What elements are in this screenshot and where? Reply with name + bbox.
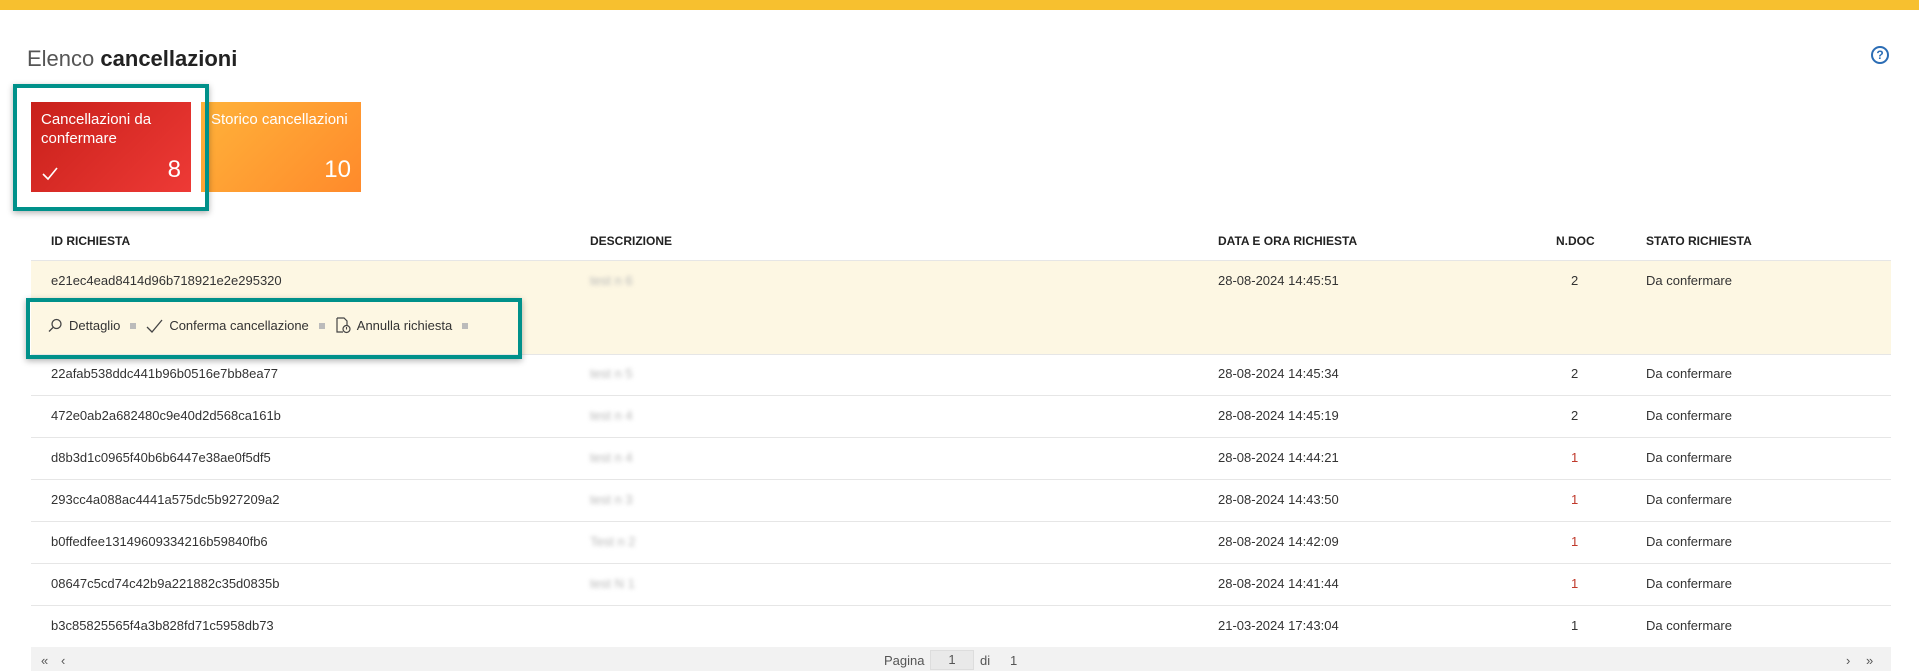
cell-ndoc: 2 (1571, 366, 1579, 381)
cell-desc: test n 4 (590, 408, 633, 423)
prev-page-icon[interactable]: ‹ (61, 653, 65, 668)
cell-stato: Da confermare (1646, 576, 1732, 591)
cell-date: 28-08-2024 14:44:21 (1218, 450, 1339, 465)
cell-id: 22afab538ddc441b96b0516e7bb8ea77 (51, 366, 279, 381)
col-stato[interactable]: STATO RICHIESTA (1646, 230, 1752, 252)
cell-id: e21ec4ead8414d96b718921e2e295320 (51, 273, 282, 288)
col-data[interactable]: DATA E ORA RICHIESTA (1218, 230, 1357, 252)
pager-label-of: di (980, 653, 991, 668)
cell-id: b3c85825565f4a3b828fd71c5958db73 (51, 618, 274, 633)
cell-date: 28-08-2024 14:41:44 (1218, 576, 1339, 591)
table-row[interactable]: d8b3d1c0965f40b6b6447e38ae0f5df5 test n … (31, 438, 1891, 480)
cell-stato: Da confermare (1646, 273, 1732, 288)
last-page-icon[interactable]: » (1866, 653, 1873, 668)
cell-desc: test n 5 (590, 366, 633, 381)
col-descrizione[interactable]: DESCRIZIONE (590, 230, 672, 252)
page-input-value: 1 (930, 650, 974, 670)
highlight-actions-box (26, 298, 522, 359)
cell-date: 21-03-2024 17:43:04 (1218, 618, 1339, 633)
table-row[interactable]: 472e0ab2a682480c9e40d2d568ca161b test n … (31, 396, 1891, 438)
cell-id: d8b3d1c0965f40b6b6447e38ae0f5df5 (51, 450, 271, 465)
top-accent-bar (0, 0, 1919, 10)
cell-ndoc: 1 (1571, 618, 1579, 633)
cell-id: b0ffedfee13149609334216b59840fb6 (51, 534, 268, 549)
table-row[interactable]: b3c85825565f4a3b828fd71c5958db73 21-03-2… (31, 606, 1891, 647)
cell-date: 28-08-2024 14:45:19 (1218, 408, 1339, 423)
cell-desc: test n 3 (590, 492, 633, 507)
pager-total: 1 (1010, 653, 1018, 668)
cell-ndoc: 2 (1571, 273, 1579, 288)
tile-label: Storico cancellazioni (211, 111, 348, 128)
cell-date: 28-08-2024 14:42:09 (1218, 534, 1339, 549)
table-row[interactable]: 22afab538ddc441b96b0516e7bb8ea77 test n … (31, 354, 1891, 396)
cell-stato: Da confermare (1646, 618, 1732, 633)
cell-id: 293cc4a088ac4441a575dc5b927209a2 (51, 492, 280, 507)
cell-id: 08647c5cd74c42b9a221882c35d0835b (51, 576, 280, 591)
tile-storico-cancellazioni[interactable]: Storico cancellazioni 10 (201, 102, 361, 192)
help-icon[interactable]: ? (1871, 46, 1889, 64)
cell-date: 28-08-2024 14:45:51 (1218, 273, 1339, 288)
cell-date: 28-08-2024 14:45:34 (1218, 366, 1339, 381)
cell-stato: Da confermare (1646, 366, 1732, 381)
highlight-tile-box (13, 84, 209, 211)
cell-date: 28-08-2024 14:43:50 (1218, 492, 1339, 507)
cell-desc: test n 6 (590, 273, 633, 288)
cell-stato: Da confermare (1646, 450, 1732, 465)
cell-desc: Test n 2 (590, 534, 636, 549)
cell-desc: test N 1 (590, 576, 635, 591)
col-ndoc[interactable]: N.DOC (1556, 230, 1595, 252)
table-row[interactable]: b0ffedfee13149609334216b59840fb6 Test n … (31, 522, 1891, 564)
page-title: Elenco cancellazioni (27, 46, 237, 72)
table-row[interactable]: 293cc4a088ac4441a575dc5b927209a2 test n … (31, 480, 1891, 522)
next-page-icon[interactable]: › (1846, 653, 1850, 668)
cell-desc: test n 4 (590, 450, 633, 465)
page-title-light: Elenco (27, 46, 95, 71)
page-input[interactable]: 1 (930, 650, 974, 670)
cell-stato: Da confermare (1646, 408, 1732, 423)
cell-ndoc: 2 (1571, 408, 1579, 423)
cell-stato: Da confermare (1646, 534, 1732, 549)
cell-ndoc: 1 (1571, 534, 1579, 549)
cell-ndoc: 1 (1571, 450, 1579, 465)
pager-label-page: Pagina (884, 653, 925, 668)
cell-ndoc: 1 (1571, 576, 1579, 591)
cell-id: 472e0ab2a682480c9e40d2d568ca161b (51, 408, 281, 423)
table-row[interactable]: 08647c5cd74c42b9a221882c35d0835b test N … (31, 564, 1891, 606)
cell-ndoc: 1 (1571, 492, 1579, 507)
first-page-icon[interactable]: « (41, 653, 48, 668)
cell-stato: Da confermare (1646, 492, 1732, 507)
pagination-bar: « ‹ Pagina 1 di 1 › » (31, 647, 1891, 671)
page-title-bold: cancellazioni (100, 46, 238, 71)
tile-count: 10 (324, 156, 351, 183)
col-id[interactable]: ID RICHIESTA (51, 230, 130, 252)
